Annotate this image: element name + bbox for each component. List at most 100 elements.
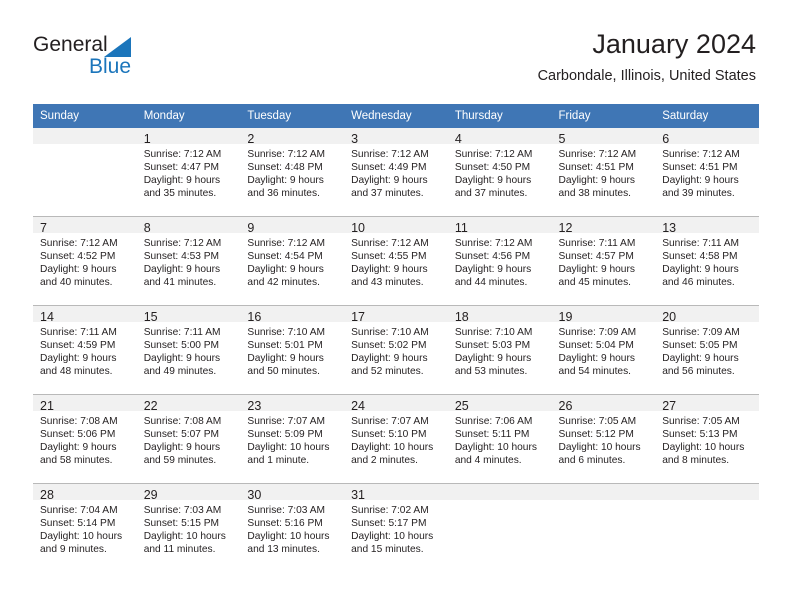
calendar-day-cell[interactable]: 19 Sunrise: 7:09 AM Sunset: 5:04 PM Dayligh…: [551, 305, 656, 395]
calendar-day-cell[interactable]: 23 Sunrise: 7:07 AM Sunset: 5:09 PM Dayligh…: [240, 394, 345, 484]
day-info: Sunrise: 7:10 AM Sunset: 5:03 PM Daylight:…: [448, 322, 552, 378]
day-info-sunrise: Sunrise: 7:09 AM: [558, 327, 637, 338]
calendar-day-cell[interactable]: 5 Sunrise: 7:12 AM Sunset: 4:51 PM Daylight…: [551, 128, 656, 217]
day-info-daylight2: and 39 minutes.: [662, 188, 735, 200]
day-info-daylight2: and 42 minutes.: [247, 277, 320, 289]
calendar-day-cell[interactable]: 22 Sunrise: 7:08 AM Sunset: 5:07 PM Dayligh…: [136, 394, 241, 484]
day-info: Sunrise: 7:10 AM Sunset: 5:01 PM Daylight:…: [240, 322, 344, 378]
day-cell-content: 8 Sunrise: 7:12 AM Sunset: 4:53 PM Daylight…: [136, 217, 241, 305]
calendar-day-cell[interactable]: 9 Sunrise: 7:12 AM Sunset: 4:54 PM Daylight…: [240, 216, 345, 306]
calendar-day-cell[interactable]: 30 Sunrise: 7:03 AM Sunset: 5:16 PM Dayligh…: [240, 483, 345, 572]
calendar-day-cell[interactable]: 13 Sunrise: 7:11 AM Sunset: 4:58 PM Dayligh…: [655, 216, 759, 306]
calendar-day-cell[interactable]: 31 Sunrise: 7:02 AM Sunset: 5:17 PM Dayligh…: [344, 483, 448, 572]
day-number: 21: [33, 395, 137, 413]
calendar-week-row: 14 Sunrise: 7:11 AM Sunset: 4:59 PM Dayligh…: [33, 305, 759, 395]
calendar-day-cell[interactable]: [551, 483, 656, 572]
day-info-sunset: Sunset: 5:13 PM: [662, 429, 738, 441]
calendar-day-cell[interactable]: 28 Sunrise: 7:04 AM Sunset: 5:14 PM Dayligh…: [33, 483, 137, 572]
day-info: Sunrise: 7:03 AM Sunset: 5:16 PM Daylight:…: [240, 500, 344, 556]
calendar-day-cell[interactable]: 10 Sunrise: 7:12 AM Sunset: 4:55 PM Dayligh…: [344, 216, 448, 306]
day-info-daylight1: Daylight: 9 hours: [351, 175, 428, 187]
day-info-sunset: Sunset: 5:00 PM: [143, 340, 220, 352]
day-info-daylight1: Daylight: 9 hours: [662, 264, 739, 276]
day-info-daylight1: Daylight: 9 hours: [247, 353, 324, 365]
calendar-day-cell[interactable]: [33, 128, 137, 217]
calendar-day-cell[interactable]: 7 Sunrise: 7:12 AM Sunset: 4:52 PM Daylight…: [33, 216, 137, 306]
day-info-sunrise: Sunrise: 7:05 AM: [662, 416, 740, 427]
calendar-day-cell[interactable]: 12 Sunrise: 7:11 AM Sunset: 4:57 PM Dayligh…: [551, 216, 656, 306]
day-info-daylight2: and 15 minutes.: [351, 544, 424, 556]
day-info-sunset: Sunset: 4:48 PM: [247, 162, 323, 174]
location-subtitle: Carbondale, Illinois, United States: [537, 68, 756, 84]
day-number: 12: [551, 217, 656, 235]
calendar-day-cell[interactable]: 3 Sunrise: 7:12 AM Sunset: 4:49 PM Daylight…: [344, 128, 448, 217]
day-info-sunset: Sunset: 5:05 PM: [662, 340, 738, 352]
brand-logo[interactable]: General Blue: [33, 33, 193, 83]
day-cell-content: 29 Sunrise: 7:03 AM Sunset: 5:15 PM Dayligh…: [136, 484, 241, 572]
calendar-day-cell[interactable]: 2 Sunrise: 7:12 AM Sunset: 4:48 PM Daylight…: [240, 128, 345, 217]
day-number: 4: [447, 128, 552, 146]
weekday-header-monday: Monday: [136, 104, 241, 128]
calendar-day-cell[interactable]: 20 Sunrise: 7:09 AM Sunset: 5:05 PM Dayligh…: [655, 305, 759, 395]
day-info-daylight2: and 13 minutes.: [247, 544, 320, 556]
calendar-day-cell[interactable]: 4 Sunrise: 7:12 AM Sunset: 4:50 PM Daylight…: [447, 128, 552, 217]
calendar-day-cell[interactable]: 6 Sunrise: 7:12 AM Sunset: 4:51 PM Daylight…: [655, 128, 759, 217]
calendar-day-cell[interactable]: 18 Sunrise: 7:10 AM Sunset: 5:03 PM Dayligh…: [447, 305, 552, 395]
day-number: 28: [33, 484, 137, 502]
day-cell-empty: [447, 484, 552, 572]
day-info-daylight1: Daylight: 9 hours: [40, 264, 117, 276]
day-info-daylight1: Daylight: 10 hours: [143, 531, 226, 543]
day-cell-content: 26 Sunrise: 7:05 AM Sunset: 5:12 PM Dayligh…: [551, 395, 656, 483]
day-number: 7: [33, 217, 137, 235]
calendar-day-cell[interactable]: 24 Sunrise: 7:07 AM Sunset: 5:10 PM Dayligh…: [344, 394, 448, 484]
calendar-day-cell[interactable]: 17 Sunrise: 7:10 AM Sunset: 5:02 PM Dayligh…: [344, 305, 448, 395]
day-info: Sunrise: 7:12 AM Sunset: 4:47 PM Daylight:…: [137, 144, 241, 200]
weekday-header-friday: Friday: [551, 104, 656, 128]
calendar-day-cell[interactable]: 29 Sunrise: 7:03 AM Sunset: 5:15 PM Dayligh…: [136, 483, 241, 572]
day-info-daylight1: Daylight: 9 hours: [143, 442, 221, 454]
day-number: 15: [136, 306, 241, 324]
day-info: Sunrise: 7:12 AM Sunset: 4:54 PM Daylight:…: [240, 233, 344, 289]
day-cell-content: 12 Sunrise: 7:11 AM Sunset: 4:57 PM Dayligh…: [551, 217, 656, 305]
day-info: Sunrise: 7:12 AM Sunset: 4:51 PM Daylight:…: [655, 144, 759, 200]
day-info-sunset: Sunset: 5:16 PM: [247, 518, 323, 530]
calendar-day-cell[interactable]: 16 Sunrise: 7:10 AM Sunset: 5:01 PM Dayligh…: [240, 305, 345, 395]
day-cell-content: 23 Sunrise: 7:07 AM Sunset: 5:09 PM Dayligh…: [240, 395, 345, 483]
calendar-day-cell[interactable]: 26 Sunrise: 7:05 AM Sunset: 5:12 PM Dayligh…: [551, 394, 656, 484]
calendar-week-row: 7 Sunrise: 7:12 AM Sunset: 4:52 PM Daylight…: [33, 216, 759, 306]
day-info-sunset: Sunset: 4:47 PM: [143, 162, 220, 174]
calendar-day-cell[interactable]: 21 Sunrise: 7:08 AM Sunset: 5:06 PM Dayligh…: [33, 394, 137, 484]
calendar-table: Sunday Monday Tuesday Wednesday Thursday…: [33, 104, 759, 572]
day-info-sunset: Sunset: 4:52 PM: [40, 251, 116, 263]
day-number: 9: [240, 217, 345, 235]
calendar-day-cell[interactable]: 14 Sunrise: 7:11 AM Sunset: 4:59 PM Dayligh…: [33, 305, 137, 395]
calendar-day-cell[interactable]: 1 Sunrise: 7:12 AM Sunset: 4:47 PM Daylight…: [136, 128, 241, 217]
day-info-sunrise: Sunrise: 7:12 AM: [143, 149, 222, 160]
day-info-sunrise: Sunrise: 7:02 AM: [351, 505, 429, 516]
day-info-daylight2: and 4 minutes.: [454, 455, 522, 467]
triangle-icon: [104, 37, 131, 57]
day-number: 26: [551, 395, 656, 413]
calendar-day-cell[interactable]: [447, 483, 552, 572]
calendar-day-cell[interactable]: [655, 483, 759, 572]
weekday-header-wednesday: Wednesday: [344, 104, 448, 128]
day-number: 24: [344, 395, 448, 413]
calendar-day-cell[interactable]: 25 Sunrise: 7:06 AM Sunset: 5:11 PM Dayligh…: [447, 394, 552, 484]
day-cell-content: 21 Sunrise: 7:08 AM Sunset: 5:06 PM Dayligh…: [33, 395, 137, 483]
day-info-sunset: Sunset: 5:07 PM: [143, 429, 220, 441]
day-info: Sunrise: 7:08 AM Sunset: 5:07 PM Daylight:…: [137, 411, 241, 467]
calendar-day-cell[interactable]: 15 Sunrise: 7:11 AM Sunset: 5:00 PM Dayligh…: [136, 305, 241, 395]
day-info-daylight2: and 54 minutes.: [558, 366, 632, 378]
day-info-sunset: Sunset: 5:10 PM: [351, 429, 427, 441]
day-info-sunset: Sunset: 5:14 PM: [40, 518, 116, 530]
calendar-day-cell[interactable]: 27 Sunrise: 7:05 AM Sunset: 5:13 PM Dayligh…: [655, 394, 759, 484]
day-info-daylight1: Daylight: 9 hours: [40, 353, 117, 365]
day-info-sunrise: Sunrise: 7:08 AM: [40, 416, 118, 427]
calendar-day-cell[interactable]: 11 Sunrise: 7:12 AM Sunset: 4:56 PM Dayligh…: [447, 216, 552, 306]
calendar-week-row: 28 Sunrise: 7:04 AM Sunset: 5:14 PM Dayligh…: [33, 483, 759, 572]
day-cell-content: 5 Sunrise: 7:12 AM Sunset: 4:51 PM Daylight…: [551, 128, 656, 216]
calendar-day-cell[interactable]: 8 Sunrise: 7:12 AM Sunset: 4:53 PM Daylight…: [136, 216, 241, 306]
day-cell-content: 27 Sunrise: 7:05 AM Sunset: 5:13 PM Dayligh…: [655, 395, 759, 483]
day-info-daylight2: and 50 minutes.: [247, 366, 320, 378]
day-info: Sunrise: 7:05 AM Sunset: 5:12 PM Daylight:…: [552, 411, 656, 467]
